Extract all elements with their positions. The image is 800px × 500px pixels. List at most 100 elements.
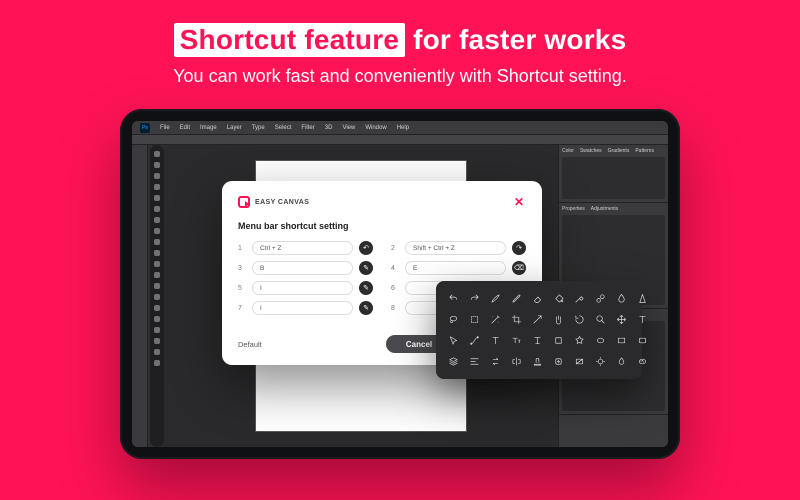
tool-icon[interactable] [154, 184, 160, 190]
shortcut-input[interactable]: Shift + Ctrl + Z [405, 241, 506, 255]
brush-icon[interactable] [488, 291, 503, 306]
modal-title: Menu bar shortcut setting [238, 221, 526, 231]
tool-icon[interactable] [154, 250, 160, 256]
type-icon[interactable] [488, 333, 503, 348]
modal-header: EASY CANVAS ✕ [238, 195, 526, 209]
tool-icon[interactable] [154, 261, 160, 267]
shortcut-action-icon[interactable]: ↷ [512, 241, 526, 255]
ellipse-icon[interactable] [593, 333, 608, 348]
lasso-icon[interactable] [446, 312, 461, 327]
tool-icon[interactable] [154, 217, 160, 223]
text-icon[interactable] [635, 312, 650, 327]
menu-item[interactable]: Filter [301, 125, 314, 131]
hero: Shortcut feature for faster works You ca… [173, 24, 627, 87]
grad-icon[interactable] [572, 354, 587, 369]
star-icon[interactable] [572, 333, 587, 348]
tool-icon[interactable] [154, 239, 160, 245]
tool-icon[interactable] [154, 173, 160, 179]
dodge-icon[interactable] [593, 354, 608, 369]
shape-icon[interactable] [551, 333, 566, 348]
tool-icon[interactable] [154, 162, 160, 168]
panel-tab[interactable]: Adjustments [591, 206, 619, 212]
tool-icon[interactable] [154, 294, 160, 300]
shortcut-input[interactable]: B [252, 261, 353, 275]
menu-item[interactable]: Type [252, 125, 265, 131]
tool-icon[interactable] [154, 283, 160, 289]
tool-icon[interactable] [154, 272, 160, 278]
path-icon[interactable] [467, 333, 482, 348]
menu-item[interactable]: Window [365, 125, 386, 131]
tool-icon[interactable] [154, 228, 160, 234]
marquee-icon[interactable] [467, 312, 482, 327]
pointer-icon[interactable] [446, 333, 461, 348]
sponge-icon[interactable] [635, 354, 650, 369]
shortcut-input[interactable]: I [252, 301, 353, 315]
shortcut-action-icon[interactable]: ✎ [359, 261, 373, 275]
eraser-icon[interactable] [530, 291, 545, 306]
menu-item[interactable]: Select [275, 125, 292, 131]
pencil-icon[interactable] [509, 291, 524, 306]
blur-icon[interactable] [614, 291, 629, 306]
type2-icon[interactable] [509, 333, 524, 348]
flip-icon[interactable] [509, 354, 524, 369]
menu-item[interactable]: 3D [325, 125, 333, 131]
menu-item[interactable]: Edit [180, 125, 190, 131]
shortcut-number: 5 [238, 285, 246, 292]
redo-icon[interactable] [467, 291, 482, 306]
panel-tab[interactable]: Color [562, 148, 574, 154]
eyedrop-icon[interactable] [572, 291, 587, 306]
panel-tab[interactable]: Gradients [608, 148, 630, 154]
bucket-icon[interactable] [551, 291, 566, 306]
heal-icon[interactable] [551, 354, 566, 369]
zoom-icon[interactable] [593, 312, 608, 327]
shortcut-action-icon[interactable]: ↶ [359, 241, 373, 255]
stamp-icon[interactable] [530, 354, 545, 369]
shortcut-action-icon[interactable]: ⌫ [512, 261, 526, 275]
panel-tab[interactable]: Properties [562, 206, 585, 212]
rect2-icon[interactable] [635, 333, 650, 348]
shortcut-input[interactable]: I [252, 281, 353, 295]
tool-icon[interactable] [154, 305, 160, 311]
tool-icon[interactable] [154, 360, 160, 366]
hero-rest: for faster works [405, 24, 626, 55]
brand-name: EASY CANVAS [255, 199, 309, 206]
burn-icon[interactable] [614, 354, 629, 369]
rotate-icon[interactable] [572, 312, 587, 327]
swap-icon[interactable] [488, 354, 503, 369]
menu-item[interactable]: Image [200, 125, 217, 131]
shortcut-number: 4 [391, 265, 399, 272]
crop-icon[interactable] [509, 312, 524, 327]
menu-item[interactable]: Help [397, 125, 409, 131]
type3-icon[interactable] [530, 333, 545, 348]
menu-item[interactable]: View [342, 125, 355, 131]
tool-icon[interactable] [154, 349, 160, 355]
default-label[interactable]: Default [238, 340, 262, 349]
undo-icon[interactable] [446, 291, 461, 306]
hero-highlight: Shortcut feature [174, 23, 405, 57]
close-icon[interactable]: ✕ [512, 195, 526, 209]
shortcut-action-icon[interactable]: ✎ [359, 301, 373, 315]
panel-tab[interactable]: Patterns [635, 148, 654, 154]
tool-icon[interactable] [154, 195, 160, 201]
wand-icon[interactable] [488, 312, 503, 327]
slice-icon[interactable] [530, 312, 545, 327]
tool-icon[interactable] [154, 316, 160, 322]
move-icon[interactable] [614, 312, 629, 327]
menu-item[interactable]: File [160, 125, 170, 131]
layer-icon[interactable] [446, 354, 461, 369]
options-bar [132, 135, 668, 145]
shortcut-input[interactable]: Ctrl + Z [252, 241, 353, 255]
clone-icon[interactable] [593, 291, 608, 306]
tool-icon[interactable] [154, 327, 160, 333]
shortcut-input[interactable]: E [405, 261, 506, 275]
tool-icon[interactable] [154, 206, 160, 212]
tool-icon[interactable] [154, 151, 160, 157]
rect-icon[interactable] [614, 333, 629, 348]
hand-icon[interactable] [551, 312, 566, 327]
sharpen-icon[interactable] [635, 291, 650, 306]
panel-tab[interactable]: Swatches [580, 148, 602, 154]
tool-icon[interactable] [154, 338, 160, 344]
menu-item[interactable]: Layer [227, 125, 242, 131]
shortcut-action-icon[interactable]: ✎ [359, 281, 373, 295]
align-icon[interactable] [467, 354, 482, 369]
